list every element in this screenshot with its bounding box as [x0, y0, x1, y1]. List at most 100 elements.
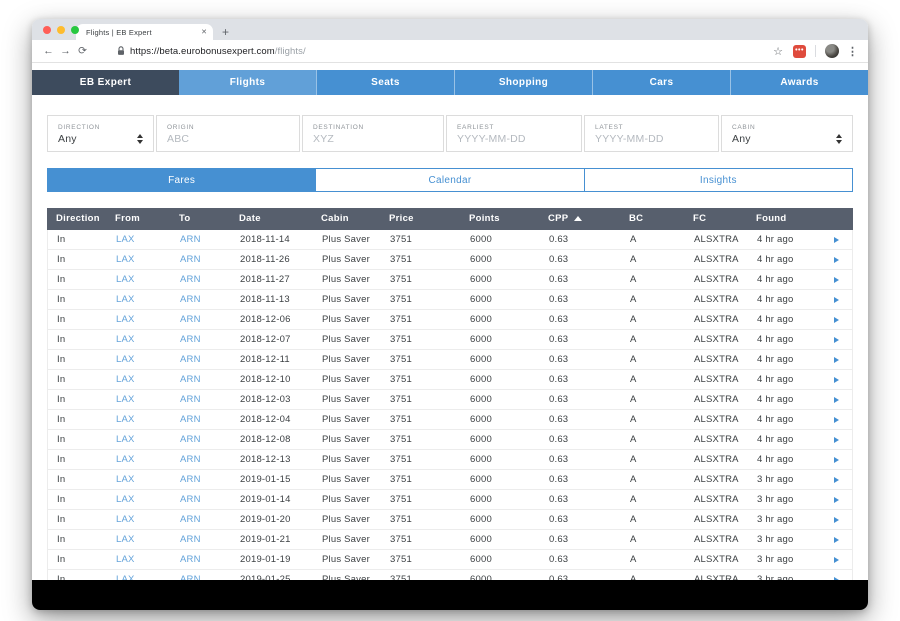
chevron-right-icon[interactable] — [834, 397, 839, 403]
tab-calendar[interactable]: Calendar — [315, 169, 583, 191]
browser-menu-icon[interactable]: ⋮ — [847, 45, 858, 58]
earliest-date-field[interactable]: EARLIEST — [446, 115, 582, 152]
cell-to-link[interactable]: ARN — [171, 470, 231, 489]
chevron-right-icon[interactable] — [834, 377, 839, 383]
cell-to-link[interactable]: ARN — [171, 510, 231, 529]
cell-to-link[interactable]: ARN — [171, 310, 231, 329]
direction-select[interactable]: DIRECTION Any — [47, 115, 154, 152]
col-direction[interactable]: Direction — [47, 208, 106, 230]
cabin-select[interactable]: CABIN Any — [721, 115, 853, 152]
table-row[interactable]: In LAX ARN 2019-01-19 Plus Saver 3751 60… — [48, 550, 852, 570]
cell-from-link[interactable]: LAX — [107, 490, 171, 509]
table-row[interactable]: In LAX ARN 2018-11-13 Plus Saver 3751 60… — [48, 290, 852, 310]
forward-icon[interactable]: → — [57, 45, 74, 57]
col-found[interactable]: Found — [747, 208, 820, 230]
chevron-right-icon[interactable] — [834, 357, 839, 363]
cell-from-link[interactable]: LAX — [107, 350, 171, 369]
col-cpp[interactable]: CPP — [539, 208, 620, 230]
tab-fares[interactable]: Fares — [48, 169, 315, 191]
cell-to-link[interactable]: ARN — [171, 430, 231, 449]
latest-date-field[interactable]: LATEST — [584, 115, 719, 152]
cell-from-link[interactable]: LAX — [107, 270, 171, 289]
profile-avatar[interactable] — [825, 44, 839, 58]
cell-from-link[interactable]: LAX — [107, 310, 171, 329]
chevron-right-icon[interactable] — [834, 457, 839, 463]
table-row[interactable]: In LAX ARN 2018-12-13 Plus Saver 3751 60… — [48, 450, 852, 470]
latest-date-input[interactable] — [595, 133, 708, 145]
cell-from-link[interactable]: LAX — [107, 530, 171, 549]
destination-field[interactable]: DESTINATION — [302, 115, 444, 152]
col-points[interactable]: Points — [460, 208, 539, 230]
origin-input[interactable] — [167, 133, 289, 145]
cell-to-link[interactable]: ARN — [171, 330, 231, 349]
table-row[interactable]: In LAX ARN 2019-01-14 Plus Saver 3751 60… — [48, 490, 852, 510]
table-row[interactable]: In LAX ARN 2018-12-10 Plus Saver 3751 60… — [48, 370, 852, 390]
cell-to-link[interactable]: ARN — [171, 490, 231, 509]
cell-from-link[interactable]: LAX — [107, 430, 171, 449]
cell-from-link[interactable]: LAX — [107, 510, 171, 529]
address-bar[interactable]: https://beta.eurobonusexpert.com/flights… — [130, 46, 306, 57]
table-row[interactable]: In LAX ARN 2018-12-04 Plus Saver 3751 60… — [48, 410, 852, 430]
table-row[interactable]: In LAX ARN 2018-12-11 Plus Saver 3751 60… — [48, 350, 852, 370]
cell-from-link[interactable]: LAX — [107, 410, 171, 429]
nav-item-awards[interactable]: Awards — [730, 70, 868, 95]
col-fc[interactable]: FC — [684, 208, 747, 230]
tab-close-icon[interactable]: ✕ — [201, 28, 207, 36]
table-row[interactable]: In LAX ARN 2018-12-07 Plus Saver 3751 60… — [48, 330, 852, 350]
cell-from-link[interactable]: LAX — [107, 390, 171, 409]
chevron-right-icon[interactable] — [834, 537, 839, 543]
table-row[interactable]: In LAX ARN 2019-01-20 Plus Saver 3751 60… — [48, 510, 852, 530]
chevron-right-icon[interactable] — [834, 557, 839, 563]
nav-item-cars[interactable]: Cars — [592, 70, 730, 95]
cell-to-link[interactable]: ARN — [171, 250, 231, 269]
chevron-right-icon[interactable] — [834, 417, 839, 423]
col-from[interactable]: From — [106, 208, 170, 230]
back-icon[interactable]: ← — [40, 45, 57, 57]
nav-item-flights[interactable]: Flights — [179, 70, 316, 95]
table-row[interactable]: In LAX ARN 2018-11-26 Plus Saver 3751 60… — [48, 250, 852, 270]
chevron-right-icon[interactable] — [834, 337, 839, 343]
chevron-right-icon[interactable] — [834, 497, 839, 503]
nav-item-eb-expert[interactable]: EB Expert — [32, 70, 179, 95]
cell-to-link[interactable]: ARN — [171, 550, 231, 569]
cell-to-link[interactable]: ARN — [171, 270, 231, 289]
cell-from-link[interactable]: LAX — [107, 470, 171, 489]
chevron-right-icon[interactable] — [834, 517, 839, 523]
cell-to-link[interactable]: ARN — [171, 530, 231, 549]
cell-from-link[interactable]: LAX — [107, 230, 171, 249]
browser-tab[interactable]: Flights | EB Expert ✕ — [76, 24, 213, 40]
table-row[interactable]: In LAX ARN 2018-12-03 Plus Saver 3751 60… — [48, 390, 852, 410]
col-bc[interactable]: BC — [620, 208, 684, 230]
cell-to-link[interactable]: ARN — [171, 350, 231, 369]
zoom-window-button[interactable] — [71, 26, 79, 34]
bookmark-star-icon[interactable]: ☆ — [773, 45, 783, 58]
extension-icon[interactable]: ••• — [793, 45, 806, 58]
cell-from-link[interactable]: LAX — [107, 290, 171, 309]
cell-from-link[interactable]: LAX — [107, 250, 171, 269]
table-row[interactable]: In LAX ARN 2019-01-21 Plus Saver 3751 60… — [48, 530, 852, 550]
col-date[interactable]: Date — [230, 208, 312, 230]
chevron-right-icon[interactable] — [834, 477, 839, 483]
chevron-right-icon[interactable] — [834, 237, 839, 243]
origin-field[interactable]: ORIGIN — [156, 115, 300, 152]
cell-to-link[interactable]: ARN — [171, 230, 231, 249]
new-tab-button[interactable]: + — [222, 25, 229, 39]
cell-to-link[interactable]: ARN — [171, 450, 231, 469]
tab-insights[interactable]: Insights — [584, 169, 852, 191]
close-window-button[interactable] — [43, 26, 51, 34]
chevron-right-icon[interactable] — [834, 297, 839, 303]
table-row[interactable]: In LAX ARN 2018-11-14 Plus Saver 3751 60… — [48, 230, 852, 250]
cell-from-link[interactable]: LAX — [107, 370, 171, 389]
nav-item-seats[interactable]: Seats — [316, 70, 454, 95]
cell-from-link[interactable]: LAX — [107, 450, 171, 469]
cell-from-link[interactable]: LAX — [107, 550, 171, 569]
cell-from-link[interactable]: LAX — [107, 330, 171, 349]
table-row[interactable]: In LAX ARN 2018-12-08 Plus Saver 3751 60… — [48, 430, 852, 450]
chevron-right-icon[interactable] — [834, 437, 839, 443]
reload-icon[interactable]: ⟳ — [74, 45, 91, 57]
cell-to-link[interactable]: ARN — [171, 390, 231, 409]
cell-to-link[interactable]: ARN — [171, 290, 231, 309]
nav-item-shopping[interactable]: Shopping — [454, 70, 592, 95]
earliest-date-input[interactable] — [457, 133, 571, 145]
cell-to-link[interactable]: ARN — [171, 410, 231, 429]
